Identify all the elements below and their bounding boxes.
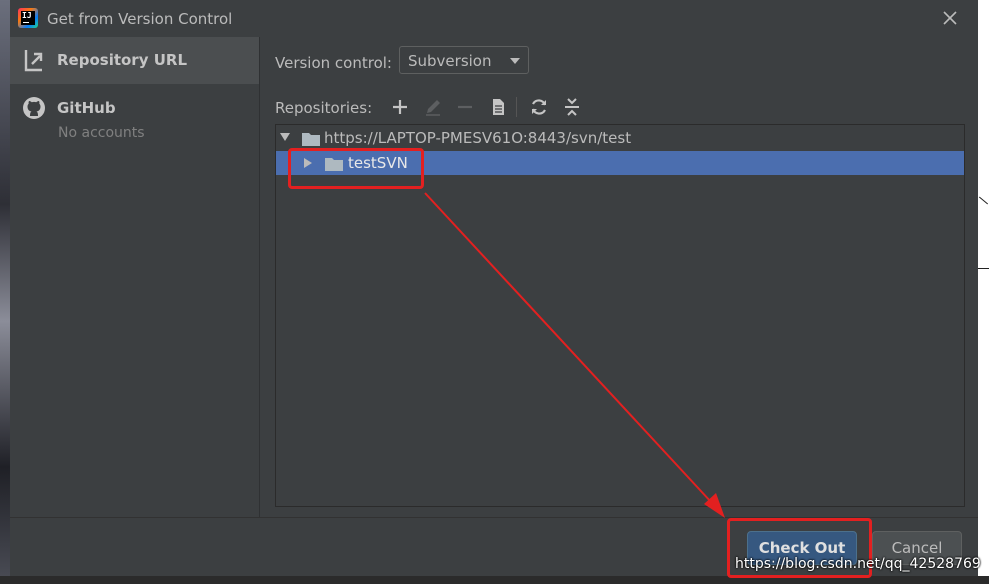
watermark-text: https://blog.csdn.net/qq_42528769 bbox=[735, 556, 981, 572]
annotation-arrow bbox=[424, 192, 725, 518]
